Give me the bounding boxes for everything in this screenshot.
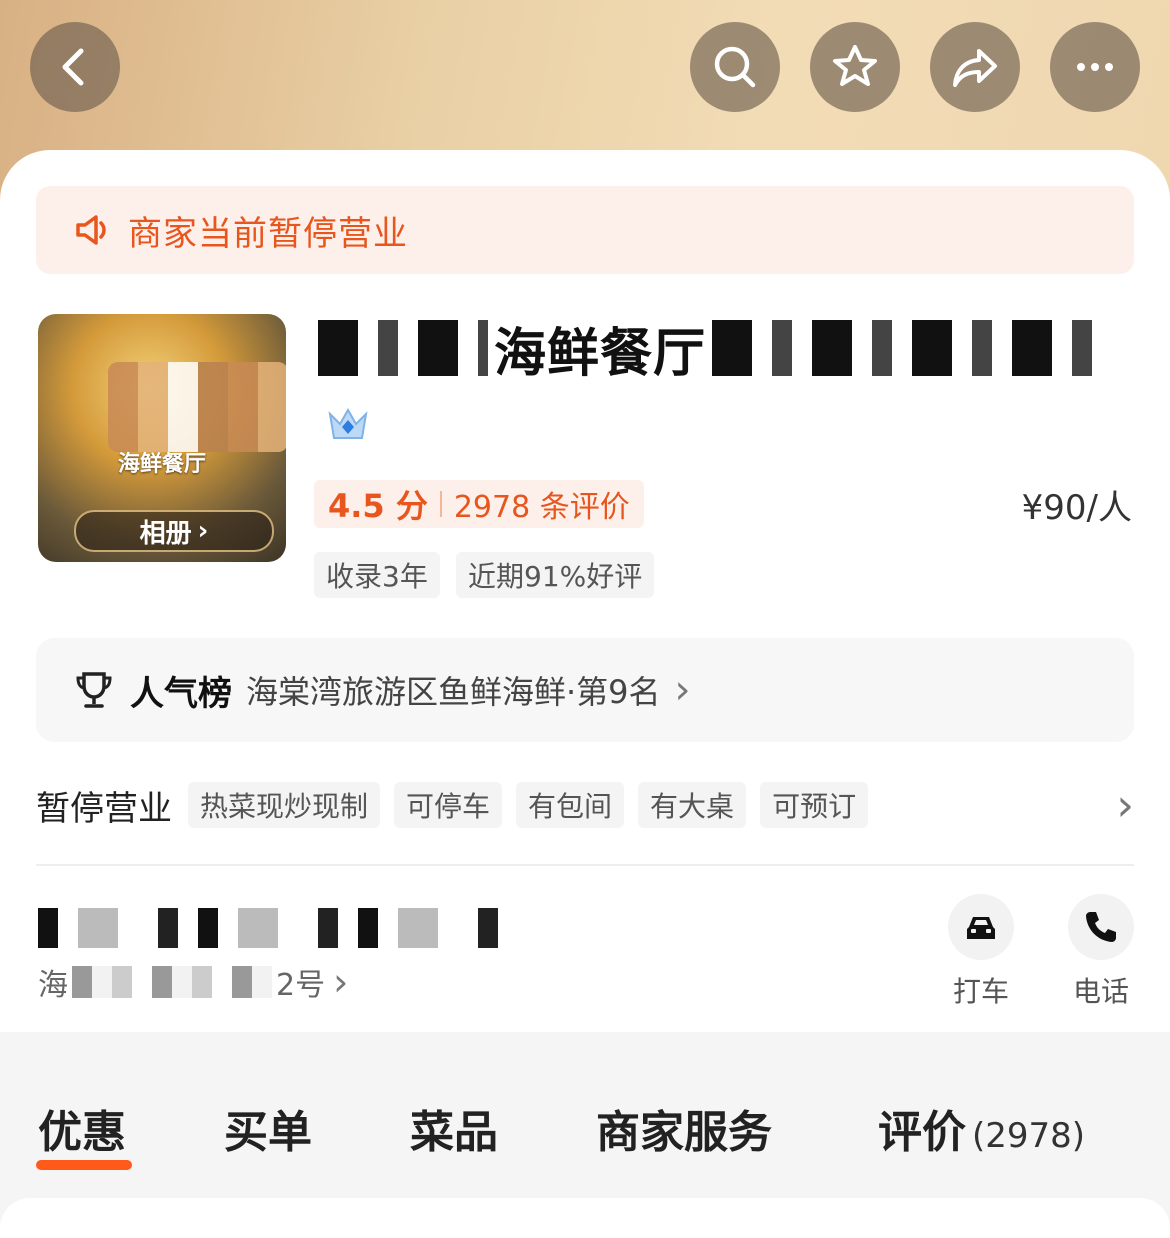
tab-merchant-services[interactable]: 商家服务	[596, 1096, 772, 1160]
more-icon	[1077, 63, 1113, 71]
tab-reviews-count: (2978)	[972, 1116, 1086, 1156]
favorite-button[interactable]	[810, 22, 900, 112]
address-prefix: 海	[38, 968, 68, 1003]
active-tab-indicator	[36, 1160, 132, 1170]
offers-card	[0, 1198, 1170, 1238]
feature-tag: 可停车	[394, 782, 503, 828]
photo-title: 海鲜餐厅	[117, 452, 206, 477]
divider	[36, 864, 1134, 866]
tab-pay-bill[interactable]: 买单	[224, 1096, 312, 1160]
feature-tag: 有大桌	[638, 782, 747, 828]
shop-name-row: 海鲜餐厅	[318, 316, 1140, 384]
price-per-person: ¥90/人	[1021, 488, 1132, 528]
notice-text: 商家当前暂停营业	[128, 213, 408, 254]
ranking-label: 人气榜	[130, 673, 232, 714]
share-button[interactable]	[930, 22, 1020, 112]
feature-tag: 可预订	[760, 782, 869, 828]
album-button[interactable]: 相册 ›	[74, 510, 274, 552]
section-tabs: 优惠 买单 菜品 商家服务 评价 (2978)	[0, 1080, 1170, 1180]
car-icon	[967, 917, 995, 939]
taxi-button[interactable]: 打车	[926, 894, 1036, 1010]
megaphone-icon	[76, 215, 106, 245]
feature-tag: 热菜现炒现制	[188, 782, 381, 828]
trophy-icon	[76, 672, 112, 708]
back-button[interactable]	[30, 22, 120, 112]
popularity-ranking[interactable]: 人气榜 海棠湾旅游区鱼鲜海鲜·第9名 ›	[36, 638, 1134, 742]
closed-notice: 商家当前暂停营业	[36, 186, 1134, 274]
redacted-address-line	[38, 908, 518, 948]
blurred-logo	[108, 362, 286, 452]
album-label: 相册	[139, 518, 192, 549]
tag-listed-years: 收录3年	[314, 552, 440, 598]
chevron-right-icon: ›	[674, 667, 691, 713]
tab-dishes[interactable]: 菜品	[410, 1096, 498, 1160]
phone-icon-wrap	[1068, 894, 1134, 960]
feature-tag: 有包间	[516, 782, 625, 828]
redacted-name-suffix	[712, 320, 1113, 376]
chevron-right-icon: ›	[1116, 779, 1134, 831]
star-icon	[833, 45, 877, 86]
tab-reviews-label: 评价	[878, 1107, 966, 1158]
rating-score: 4.5 分	[328, 487, 428, 525]
search-button[interactable]	[690, 22, 780, 112]
address-suffix: 2号	[276, 968, 326, 1003]
chevron-right-icon: ›	[197, 516, 209, 546]
redacted-address	[72, 966, 272, 998]
share-icon	[953, 49, 997, 87]
review-count: 2978 条评价	[453, 490, 630, 525]
search-icon	[714, 46, 756, 88]
taxi-icon-wrap	[948, 894, 1014, 960]
shop-name: 海鲜餐厅	[494, 323, 707, 384]
ranking-text: 海棠湾旅游区鱼鲜海鲜·第9名	[246, 673, 661, 711]
phone-label: 电话	[1072, 975, 1129, 1008]
taxi-label: 打车	[952, 975, 1009, 1008]
redacted-name-prefix	[318, 320, 488, 376]
rating-box[interactable]: 4.5 分 2978 条评价	[314, 480, 644, 528]
rating-separator	[439, 491, 442, 517]
address-line[interactable]: 海 2号 ›	[38, 960, 348, 1004]
chevron-right-icon: ›	[333, 960, 349, 1004]
tab-reviews[interactable]: 评价 (2978)	[878, 1096, 1085, 1160]
phone-icon	[1086, 912, 1116, 942]
business-status-row[interactable]: 暂停营业 热菜现炒现制 可停车 有包间 有大桌 可预订 ›	[36, 778, 1134, 832]
more-button[interactable]	[1050, 22, 1140, 112]
tab-offers[interactable]: 优惠	[38, 1096, 126, 1160]
tag-recent-rating: 近期91%好评	[456, 552, 655, 598]
crown-icon	[328, 407, 368, 439]
status-label: 暂停营业	[36, 788, 172, 829]
phone-button[interactable]: 电话	[1046, 894, 1156, 1010]
chevron-left-icon	[62, 48, 84, 86]
shop-photo[interactable]: 海鲜餐厅 相册 ›	[38, 314, 286, 562]
